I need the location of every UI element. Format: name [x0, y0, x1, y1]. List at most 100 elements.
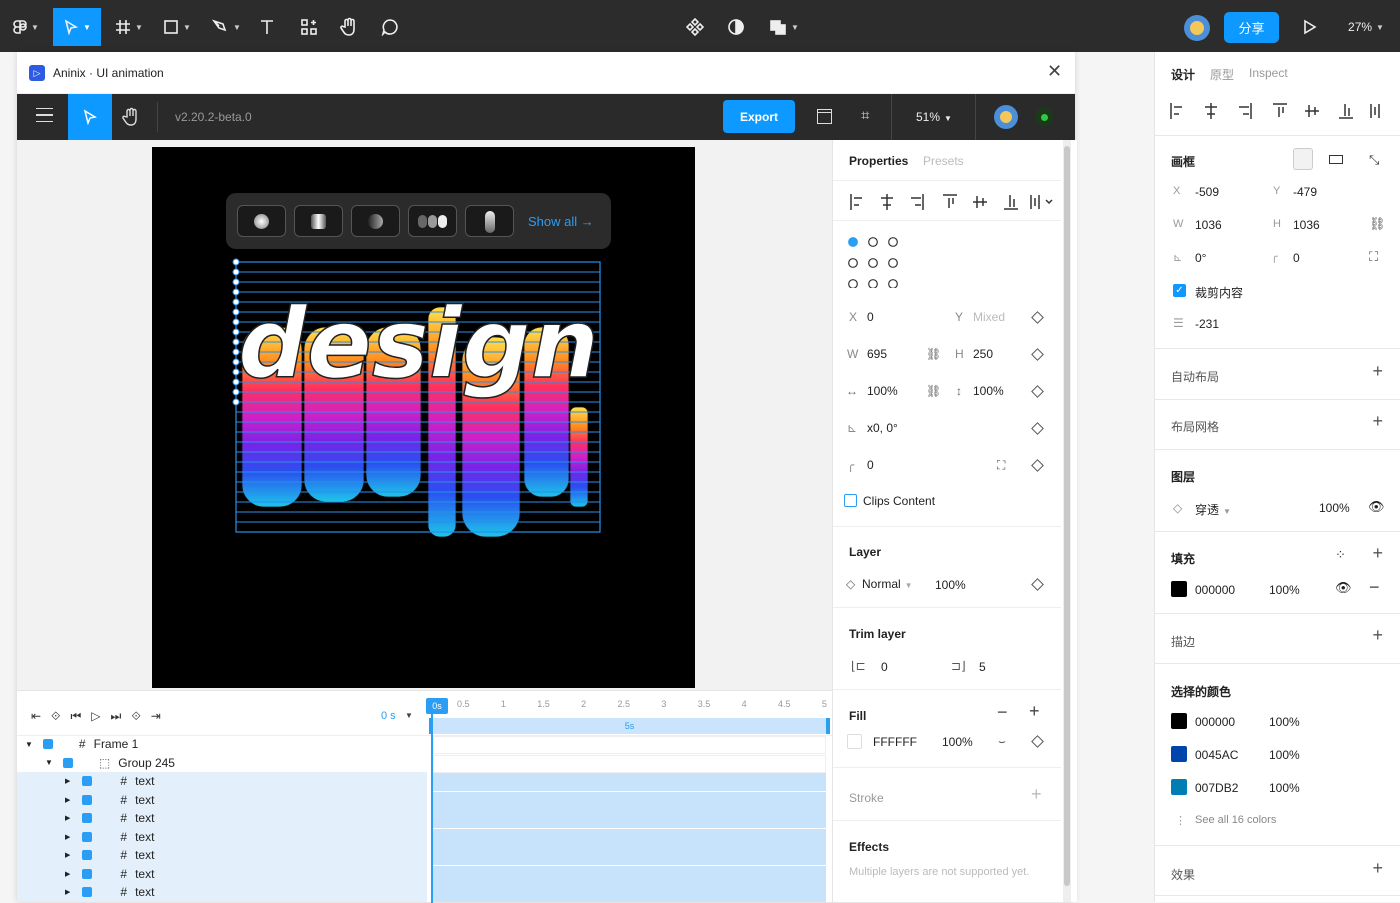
y-value[interactable]: -479: [1293, 185, 1317, 199]
tab-prototype[interactable]: 原型: [1210, 66, 1234, 83]
hamburger-menu-icon[interactable]: [36, 108, 53, 122]
w-value[interactable]: 695: [867, 347, 887, 361]
clip-checkbox[interactable]: ✓: [1173, 284, 1186, 297]
color-swatch-2[interactable]: [1171, 746, 1187, 762]
color-hex-3[interactable]: 007DB2: [1195, 781, 1238, 795]
preset-dots-button[interactable]: [408, 205, 457, 237]
track-text[interactable]: [433, 810, 826, 828]
keyframe-opacity-icon[interactable]: [1031, 578, 1044, 591]
layer-row-text[interactable]: ▶ # text: [17, 827, 427, 846]
align-tools-icon[interactable]: [1169, 102, 1385, 120]
independent-corners-icon[interactable]: ⛶: [997, 458, 1005, 473]
scale-x-value[interactable]: 100%: [867, 384, 898, 398]
text-tool-button[interactable]: [257, 14, 277, 40]
shape-tool-button[interactable]: ▼: [160, 14, 194, 40]
portrait-toggle[interactable]: [1293, 148, 1313, 170]
color-hex-1[interactable]: 000000: [1195, 715, 1235, 729]
current-time[interactable]: 0 s: [381, 710, 396, 722]
visibility-eye-icon[interactable]: 👁: [1368, 499, 1385, 515]
track-text[interactable]: [433, 791, 826, 810]
color-swatch-3[interactable]: [1171, 779, 1187, 795]
layer-row-text[interactable]: ▶ # text: [17, 809, 427, 828]
fill-swatch[interactable]: [1171, 581, 1187, 597]
fill-hex[interactable]: FFFFFF: [873, 735, 917, 749]
track-text[interactable]: [433, 884, 826, 902]
add-stroke-button[interactable]: +: [1031, 784, 1042, 805]
fill-hex[interactable]: 000000: [1195, 583, 1235, 597]
duration-bar[interactable]: 5s: [429, 718, 830, 734]
main-menu-button[interactable]: ▼: [10, 14, 42, 40]
components-tool-button[interactable]: [298, 14, 320, 40]
remove-fill-button[interactable]: −: [997, 702, 1008, 723]
mask-button[interactable]: [725, 14, 747, 40]
y-value[interactable]: Mixed: [973, 310, 1005, 324]
plugin-user-avatar[interactable]: [994, 105, 1018, 129]
add-fill-button[interactable]: +: [1372, 543, 1383, 564]
blend-mode-dropdown[interactable]: 穿透 ▼: [1195, 501, 1231, 518]
close-icon[interactable]: ✕: [1047, 61, 1062, 82]
h-value[interactable]: 1036: [1293, 218, 1320, 232]
spacing-value[interactable]: -231: [1195, 317, 1219, 331]
layer-row-text[interactable]: ▶ # text: [17, 883, 427, 902]
scale-y-value[interactable]: 100%: [973, 384, 1004, 398]
keyframe-scale-icon[interactable]: [1031, 385, 1044, 398]
move-tool-button[interactable]: ▼: [53, 8, 101, 46]
layer-row-frame[interactable]: ▼ # Frame 1: [17, 735, 427, 754]
track-group[interactable]: [433, 755, 826, 773]
w-value[interactable]: 1036: [1195, 218, 1222, 232]
track-text[interactable]: [433, 865, 826, 884]
track-frame[interactable]: [433, 736, 826, 754]
plugin-zoom-dropdown[interactable]: 51% ▼: [916, 110, 952, 124]
playback-controls[interactable]: ⇤⟐⏮▷⏭⟐⇥: [31, 709, 171, 724]
keyframe-skew-icon[interactable]: [1031, 422, 1044, 435]
trim-end-value[interactable]: 5: [979, 660, 986, 674]
hidden-eye-icon[interactable]: ⌣: [998, 734, 1006, 749]
fill-opacity[interactable]: 100%: [1269, 583, 1300, 597]
landscape-icon[interactable]: [1329, 155, 1343, 164]
preset-radial-button[interactable]: [237, 205, 286, 237]
link-size-icon[interactable]: ⛓: [926, 347, 941, 361]
layer-row-text[interactable]: ▶ # text: [17, 790, 427, 809]
tab-presets[interactable]: Presets: [923, 154, 964, 168]
add-stroke-button[interactable]: +: [1372, 625, 1383, 646]
layer-row-group[interactable]: ▼ ⬚ Group 245: [17, 754, 427, 773]
independent-corners-icon[interactable]: ⛶: [1369, 249, 1378, 265]
add-effect-button[interactable]: +: [1372, 858, 1383, 879]
frame-tool-button[interactable]: ▼: [112, 14, 146, 40]
keyframe-fill-icon[interactable]: [1031, 735, 1044, 748]
zoom-dropdown[interactable]: 27% ▼: [1343, 14, 1389, 40]
add-fill-button[interactable]: +: [1029, 701, 1040, 722]
keyframe-size-icon[interactable]: [1031, 348, 1044, 361]
layer-opacity-value[interactable]: 100%: [1319, 501, 1350, 515]
resize-to-fit-icon[interactable]: ⤡: [1369, 152, 1379, 168]
frame-label[interactable]: 画框: [1171, 153, 1195, 170]
tab-properties[interactable]: Properties: [849, 154, 908, 168]
tab-inspect[interactable]: Inspect: [1249, 66, 1288, 80]
boolean-button[interactable]: ▼: [766, 14, 802, 40]
select-tool-button[interactable]: [68, 94, 112, 140]
render-settings-icon[interactable]: ⌗: [861, 107, 869, 124]
playhead-label[interactable]: 0s: [426, 698, 448, 714]
time-ruler[interactable]: 0.5 1 1.5 2 2.5 3 3.5 4 4.5 5: [457, 699, 827, 709]
color-hex-2[interactable]: 0045AC: [1195, 748, 1238, 762]
clips-content-checkbox[interactable]: [844, 494, 857, 507]
see-all-colors-link[interactable]: See all 16 colors: [1195, 814, 1276, 826]
hand-tool-button[interactable]: [338, 14, 360, 40]
trim-start-value[interactable]: 0: [881, 660, 888, 674]
user-avatar[interactable]: [1184, 15, 1210, 41]
track-text[interactable]: [433, 847, 826, 865]
properties-scrollbar[interactable]: [1063, 140, 1071, 902]
hand-tool-button[interactable]: [122, 107, 140, 130]
layer-row-text[interactable]: ▶ # text: [17, 772, 427, 791]
preset-fade-button[interactable]: [351, 205, 400, 237]
color-opacity-2[interactable]: 100%: [1269, 748, 1300, 762]
add-autolayout-button[interactable]: +: [1372, 361, 1383, 382]
layer-row-text[interactable]: ▶ # text: [17, 864, 427, 883]
present-button[interactable]: [1300, 14, 1320, 40]
align-tools-icon[interactable]: [849, 193, 1055, 211]
x-value[interactable]: -509: [1195, 185, 1219, 199]
constrain-icon[interactable]: ⛓: [1369, 216, 1386, 232]
show-all-link[interactable]: Show all →: [528, 214, 594, 229]
keyframe-x-icon[interactable]: [1031, 311, 1044, 324]
styles-icon[interactable]: ⁘: [1335, 547, 1346, 563]
